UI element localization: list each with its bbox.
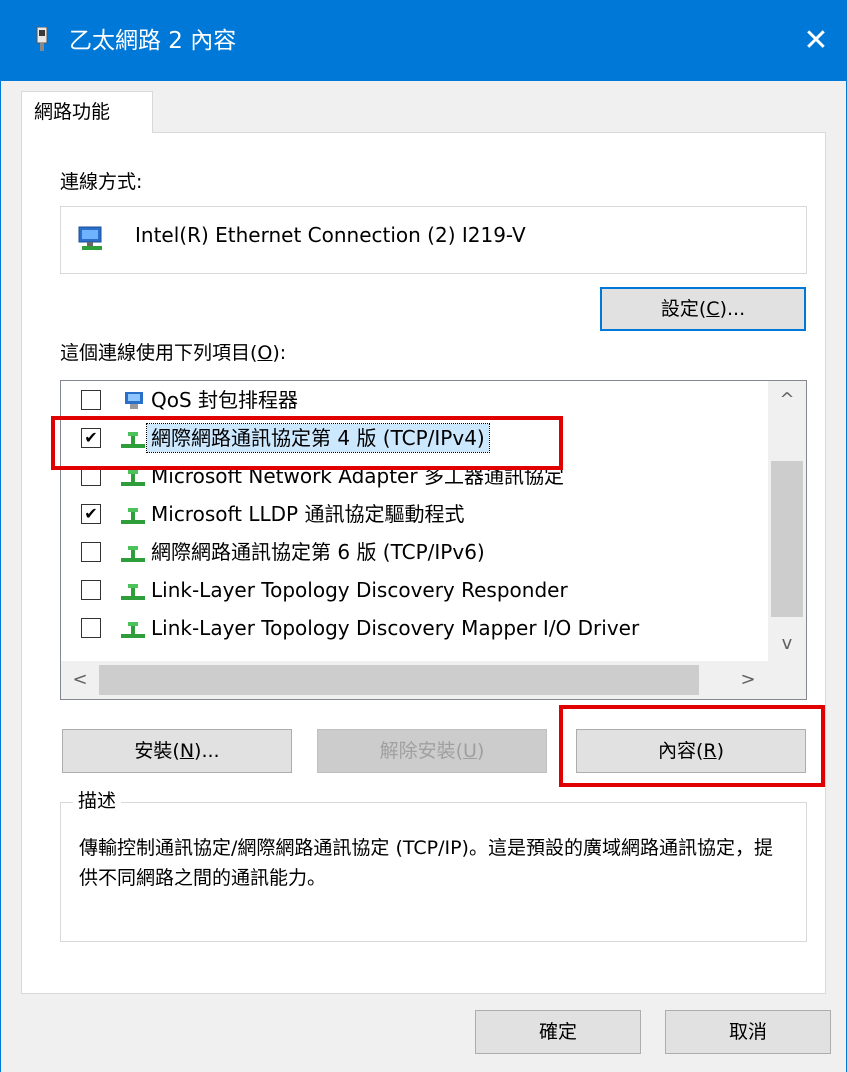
- protocol-icon: [121, 584, 145, 600]
- vertical-scroll-thumb[interactable]: [771, 461, 803, 617]
- tab-networking[interactable]: 網路功能: [21, 91, 153, 133]
- scroll-left-icon[interactable]: <: [61, 661, 99, 699]
- networking-panel: 連線方式: Intel(R) Ethernet Connection (2) I…: [21, 132, 826, 994]
- items-accelerator: O: [257, 342, 273, 364]
- properties-button[interactable]: 內容(R): [576, 729, 806, 773]
- tab-strip: 網路功能: [21, 91, 826, 133]
- tab-label: 網路功能: [34, 101, 111, 123]
- protocol-icon: [121, 432, 145, 448]
- connect-using-label: 連線方式:: [60, 171, 143, 193]
- description-text: 傳輸控制通訊協定/網際網路通訊協定 (TCP/IP)。這是預設的廣域網路通訊協定…: [79, 837, 773, 889]
- checkbox-qos[interactable]: [81, 390, 101, 410]
- list-item-ipv4[interactable]: ✔ 網際網路通訊協定第 4 版 (TCP/IPv4): [61, 419, 768, 457]
- adapter-name: Intel(R) Ethernet Connection (2) I219-V: [135, 223, 526, 247]
- item-label-multiplexor: Microsoft Network Adapter 多工器通訊協定: [151, 464, 564, 488]
- configure-label-pre: 設定(: [660, 298, 707, 320]
- install-label-post: )...: [194, 740, 220, 762]
- adapter-box: Intel(R) Ethernet Connection (2) I219-V: [60, 206, 807, 274]
- description-group: 描述 傳輸控制通訊協定/網際網路通訊協定 (TCP/IP)。這是預設的廣域網路通…: [60, 788, 807, 942]
- check-icon: ✔: [84, 504, 98, 523]
- properties-label-post: ): [716, 740, 725, 762]
- item-label-lltd-responder: Link-Layer Topology Discovery Responder: [151, 578, 568, 602]
- install-label-pre: 安裝(: [134, 740, 180, 762]
- items-label-pre: 這個連線使用下列項目(: [60, 342, 258, 364]
- item-label-ipv4: 網際網路通訊協定第 4 版 (TCP/IPv4): [146, 423, 490, 453]
- checkbox-lltd-mapper[interactable]: [81, 618, 101, 638]
- horizontal-scrollbar[interactable]: < >: [61, 661, 806, 699]
- install-accelerator: N: [179, 740, 195, 762]
- item-label-qos: QoS 封包排程器: [151, 388, 299, 412]
- list-item-ipv6[interactable]: 網際網路通訊協定第 6 版 (TCP/IPv6): [61, 533, 768, 571]
- ok-button[interactable]: 確定: [475, 1010, 641, 1054]
- list-item-lltd-responder[interactable]: Link-Layer Topology Discovery Responder: [61, 571, 768, 609]
- vertical-scrollbar[interactable]: ^ v: [768, 381, 806, 663]
- scroll-right-icon[interactable]: >: [729, 661, 767, 699]
- network-adapter-icon: [36, 27, 48, 51]
- scroll-down-icon[interactable]: v: [768, 625, 806, 663]
- item-label-lldp: Microsoft LLDP 通訊協定驅動程式: [151, 502, 465, 526]
- properties-dialog: 乙太網路 2 內容 ✕ 網路功能 連線方式: Intel(R) Ethernet…: [0, 0, 847, 1072]
- checkbox-lltd-responder[interactable]: [81, 580, 101, 600]
- uninstall-button[interactable]: 解除安裝(U): [317, 729, 547, 773]
- uninstall-label-post: ): [476, 740, 485, 762]
- properties-accelerator: R: [703, 740, 717, 762]
- list-item-lldp[interactable]: ✔ Microsoft LLDP 通訊協定驅動程式: [61, 495, 768, 533]
- configure-accelerator: C: [706, 298, 720, 320]
- items-label: 這個連線使用下列項目(O):: [60, 340, 286, 366]
- close-icon: ✕: [803, 23, 829, 58]
- checkbox-multiplexor[interactable]: [81, 466, 101, 486]
- close-button[interactable]: ✕: [786, 1, 846, 81]
- item-label-ipv6: 網際網路通訊協定第 6 版 (TCP/IPv6): [151, 540, 485, 564]
- network-adapter-icon: [78, 226, 102, 250]
- uninstall-accelerator: U: [463, 740, 477, 762]
- checkbox-lldp[interactable]: ✔: [81, 504, 101, 524]
- checkbox-ipv4[interactable]: ✔: [81, 428, 101, 448]
- item-label-lltd-mapper: Link-Layer Topology Discovery Mapper I/O…: [151, 616, 640, 640]
- protocol-icon: [121, 546, 145, 562]
- configure-button[interactable]: 設定(C)...: [600, 287, 806, 331]
- cancel-label: 取消: [728, 1021, 767, 1043]
- scroll-up-icon[interactable]: ^: [768, 381, 806, 419]
- list-item-multiplexor[interactable]: Microsoft Network Adapter 多工器通訊協定: [61, 457, 768, 495]
- description-title: 描述: [73, 788, 122, 814]
- uninstall-label-pre: 解除安裝(: [379, 740, 464, 762]
- install-button[interactable]: 安裝(N)...: [62, 729, 292, 773]
- check-icon: ✔: [84, 428, 98, 447]
- dialog-footer: 確定 取消: [1, 995, 846, 1072]
- ok-label: 確定: [538, 1021, 577, 1043]
- cancel-button[interactable]: 取消: [665, 1010, 831, 1054]
- protocol-icon: [121, 622, 145, 638]
- checkbox-ipv6[interactable]: [81, 542, 101, 562]
- configure-label-post: )...: [719, 298, 746, 320]
- items-label-post: ):: [272, 342, 287, 364]
- protocol-icon: [121, 470, 145, 486]
- window-title: 乙太網路 2 內容: [69, 28, 237, 54]
- horizontal-scroll-thumb[interactable]: [99, 665, 699, 695]
- list-item-lltd-mapper[interactable]: Link-Layer Topology Discovery Mapper I/O…: [61, 609, 768, 647]
- scheduler-icon: [125, 392, 143, 409]
- title-bar[interactable]: 乙太網路 2 內容 ✕: [1, 1, 846, 81]
- components-list[interactable]: QoS 封包排程器 ✔ 網際網路通訊協定第 4 版 (TCP/IPv4) Mic…: [60, 380, 807, 700]
- properties-label-pre: 內容(: [657, 740, 704, 762]
- list-item-qos[interactable]: QoS 封包排程器: [61, 381, 768, 419]
- protocol-icon: [121, 508, 145, 524]
